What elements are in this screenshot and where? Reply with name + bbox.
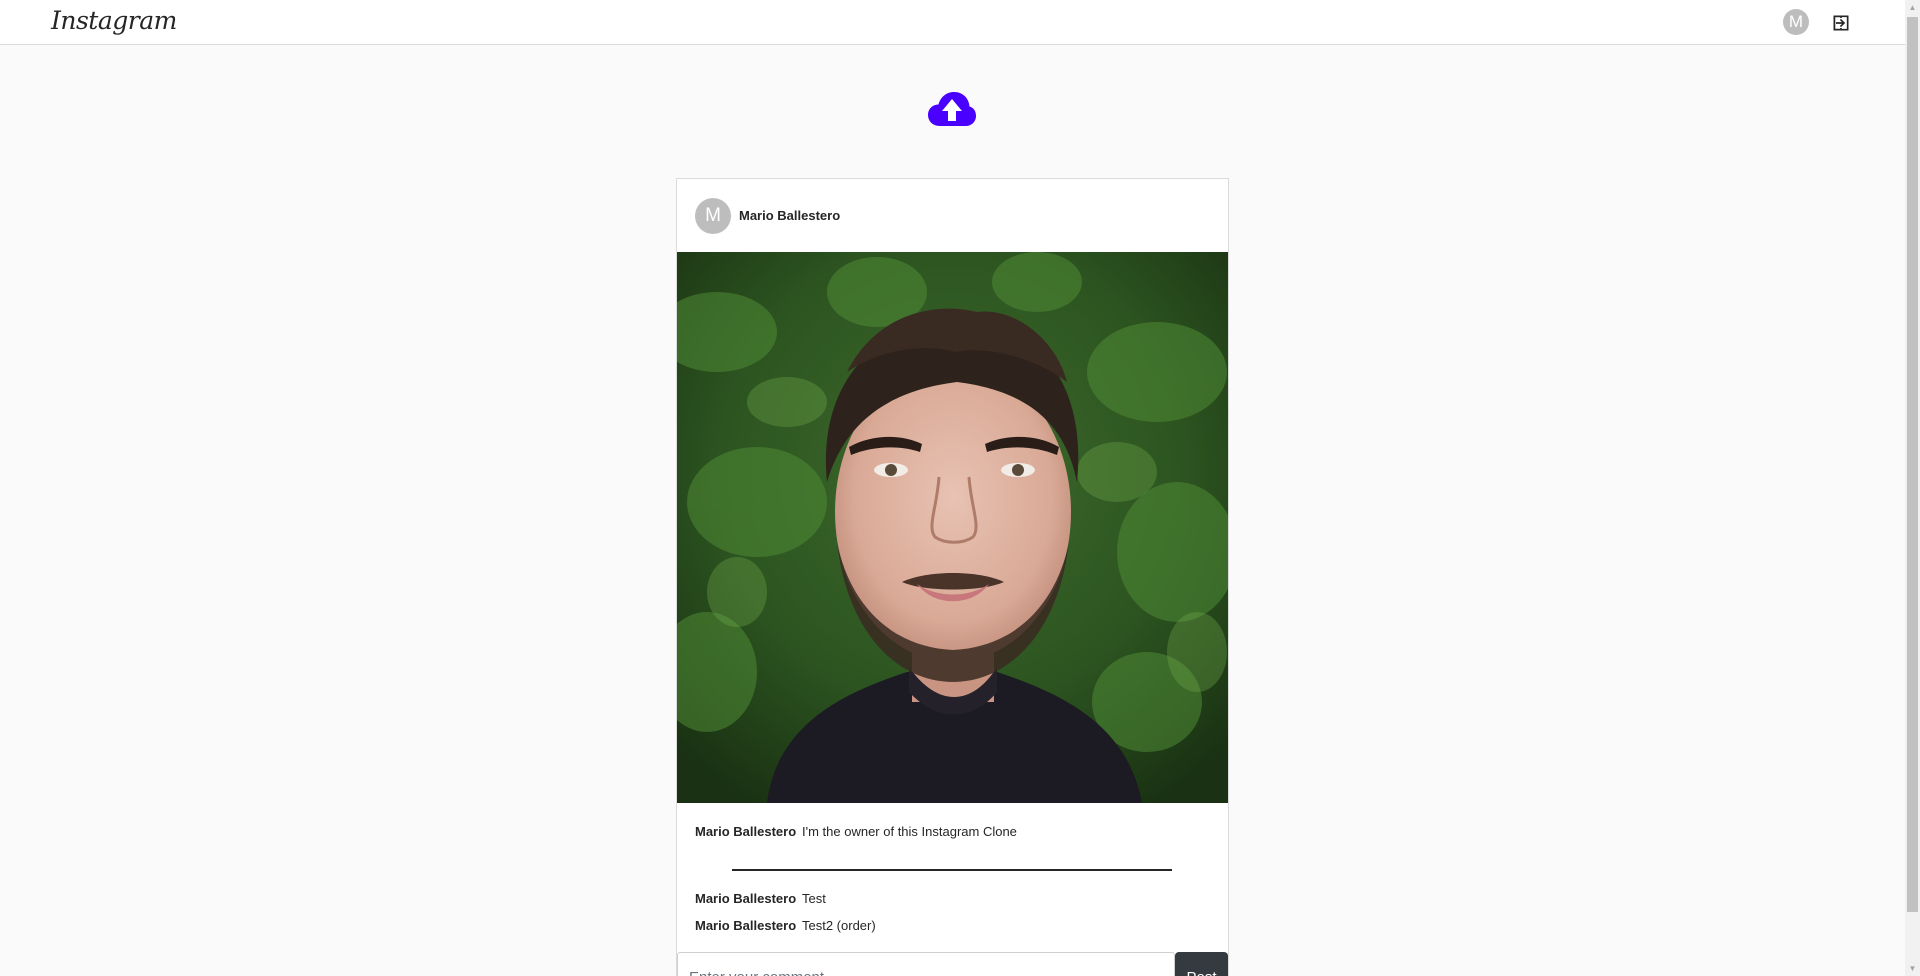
comment-username[interactable]: Mario Ballestero bbox=[695, 891, 802, 906]
comment-text: Test bbox=[802, 891, 826, 906]
post-author-avatar[interactable]: M bbox=[695, 198, 731, 234]
comment-input[interactable] bbox=[677, 952, 1175, 976]
post-image bbox=[677, 252, 1228, 803]
comment-username[interactable]: Mario Ballestero bbox=[695, 918, 802, 933]
comments-divider bbox=[732, 869, 1172, 871]
post-photo bbox=[677, 252, 1228, 803]
comment-row: Mario Ballestero Test2 (order) bbox=[695, 918, 876, 933]
page: Instagram M M Mario Ballestero Mario Bal… bbox=[0, 0, 1905, 976]
scrollbar-thumb[interactable] bbox=[1907, 17, 1918, 912]
post-header: M Mario Ballestero bbox=[677, 179, 1228, 252]
navbar: Instagram M bbox=[0, 0, 1905, 45]
caption-text: I'm the owner of this Instagram Clone bbox=[802, 824, 1017, 839]
post-author-name[interactable]: Mario Ballestero bbox=[739, 208, 840, 223]
comment-row: Mario Ballestero Test bbox=[695, 891, 826, 906]
comment-text: Test2 (order) bbox=[802, 918, 876, 933]
comment-form: Post bbox=[677, 952, 1228, 976]
user-avatar[interactable]: M bbox=[1783, 9, 1809, 35]
vertical-scrollbar[interactable]: ▲ ▼ bbox=[1905, 0, 1920, 976]
instagram-logo[interactable]: Instagram bbox=[51, 4, 177, 38]
logout-icon[interactable] bbox=[1831, 13, 1851, 33]
post-comment-button[interactable]: Post bbox=[1175, 952, 1228, 976]
cloud-upload-icon[interactable] bbox=[928, 92, 976, 128]
scroll-down-arrow-icon[interactable]: ▼ bbox=[1905, 961, 1920, 976]
scroll-up-arrow-icon[interactable]: ▲ bbox=[1905, 0, 1920, 15]
caption-username[interactable]: Mario Ballestero bbox=[695, 824, 802, 839]
post-card: M Mario Ballestero Mario Ballestero I'm … bbox=[676, 178, 1229, 976]
post-caption: Mario Ballestero I'm the owner of this In… bbox=[695, 824, 1017, 839]
